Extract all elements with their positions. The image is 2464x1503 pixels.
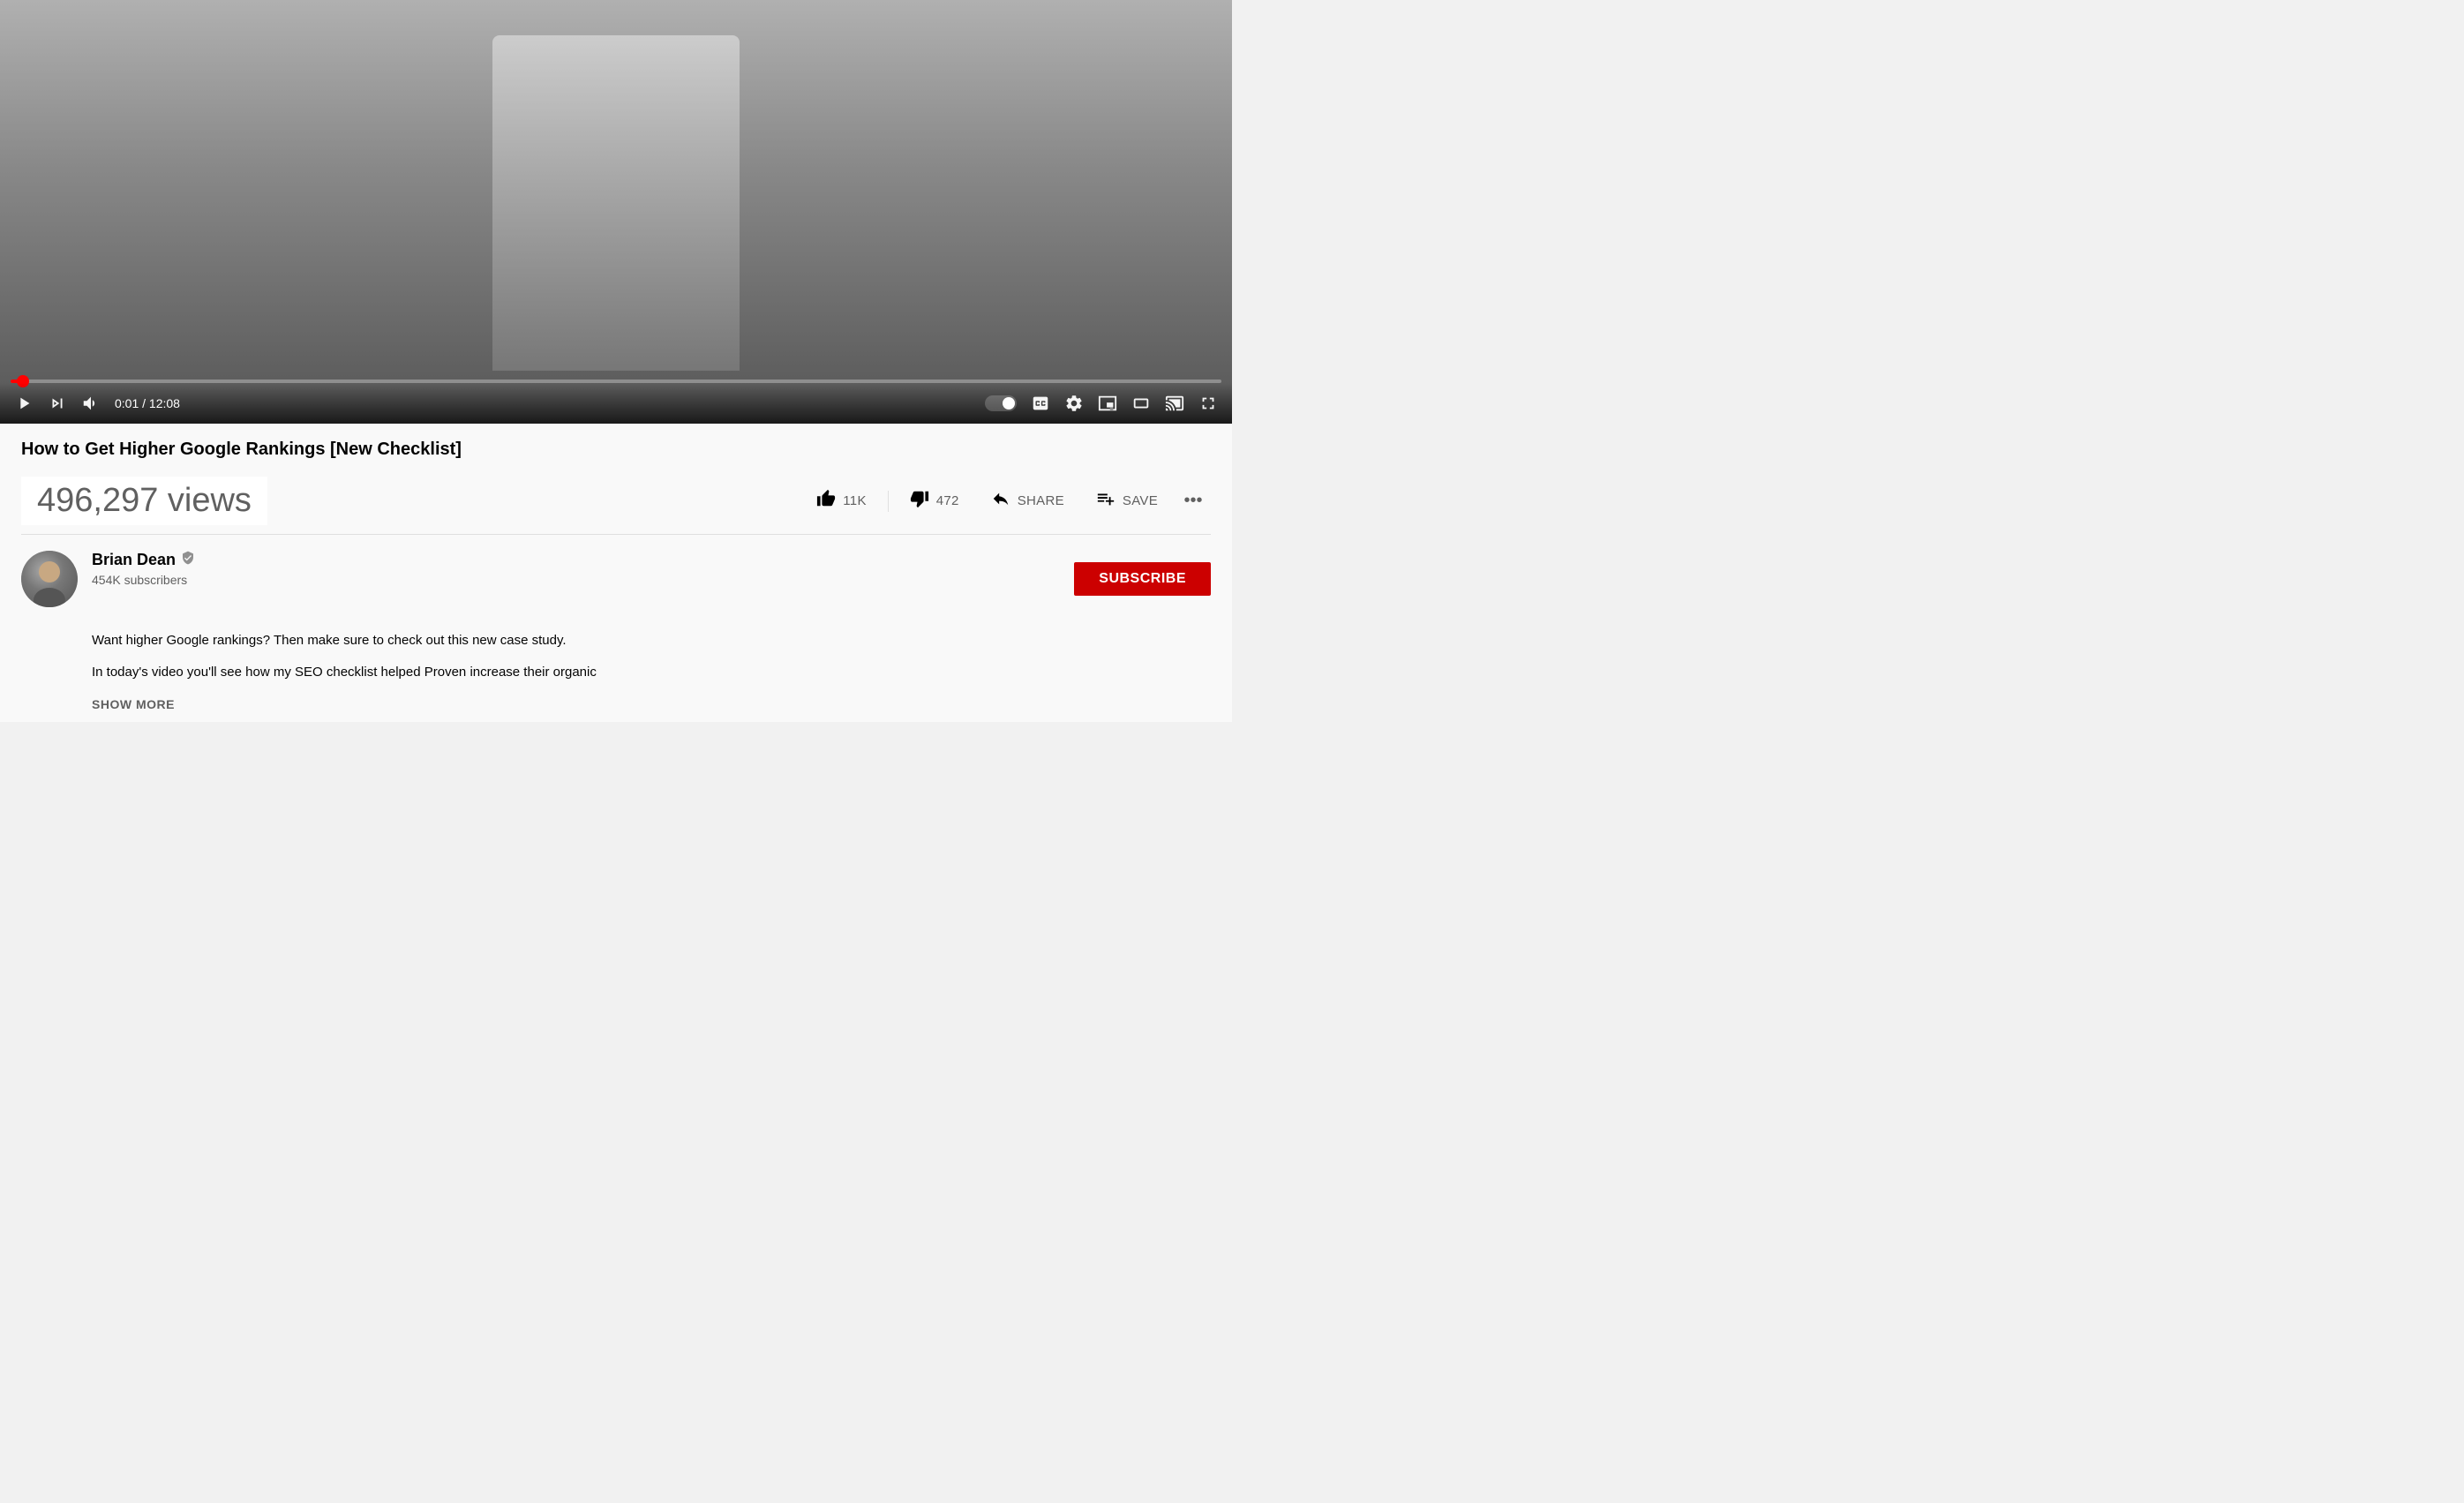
channel-name-row: Brian Dean	[92, 551, 1074, 569]
channel-avatar[interactable]	[21, 551, 78, 607]
description-line-1: Want higher Google rankings? Then make s…	[92, 630, 1211, 651]
save-label: SAVE	[1123, 493, 1158, 508]
subscriber-count: 454K subscribers	[92, 573, 187, 587]
play-button[interactable]	[14, 394, 34, 413]
views-count: 496,297 views	[21, 477, 267, 525]
cc-button[interactable]	[1031, 394, 1050, 413]
autoplay-toggle[interactable]	[985, 395, 1017, 411]
share-button[interactable]: SHARE	[977, 482, 1078, 521]
time-display: 0:01 / 12:08	[115, 396, 180, 410]
volume-button[interactable]	[81, 394, 101, 413]
avatar-image	[21, 551, 78, 607]
dislike-count: 472	[936, 493, 959, 508]
video-player[interactable]: 0:01 / 12:08	[0, 0, 1232, 424]
video-thumbnail-person	[492, 35, 740, 371]
subscribe-button[interactable]: SUBSCRIBE	[1074, 562, 1211, 596]
description-area: Want higher Google rankings? Then make s…	[0, 623, 1232, 722]
show-more-button[interactable]: SHOW MORE	[92, 694, 1211, 715]
share-icon	[991, 489, 1010, 514]
video-info: How to Get Higher Google Rankings [New C…	[0, 424, 1232, 535]
video-title: How to Get Higher Google Rankings [New C…	[21, 438, 1211, 461]
like-count: 11K	[843, 493, 866, 508]
verified-badge	[181, 551, 195, 569]
dislike-button[interactable]: 472	[896, 482, 973, 521]
share-label: SHARE	[1018, 493, 1064, 508]
more-dots-icon: •••	[1184, 491, 1203, 511]
settings-button[interactable]	[1064, 394, 1084, 413]
video-meta-row: 496,297 views 11K 472 SHARE	[21, 468, 1211, 535]
miniplayer-button[interactable]	[1098, 394, 1117, 413]
save-icon	[1096, 489, 1116, 514]
save-button[interactable]: SAVE	[1082, 482, 1172, 521]
description-line-2: In today's video you'll see how my SEO c…	[92, 662, 1211, 683]
autoplay-pill[interactable]	[985, 395, 1017, 411]
like-dislike-divider	[888, 491, 889, 512]
channel-name[interactable]: Brian Dean	[92, 551, 176, 569]
controls-bar: 0:01 / 12:08	[0, 383, 1232, 424]
more-options-button[interactable]: •••	[1176, 484, 1211, 519]
cast-button[interactable]	[1165, 394, 1184, 413]
thumbs-up-icon	[816, 489, 836, 514]
fullscreen-button[interactable]	[1198, 394, 1218, 413]
channel-row: Brian Dean 454K subscribers SUBSCRIBE	[0, 535, 1232, 623]
channel-details: Brian Dean 454K subscribers	[92, 551, 1074, 589]
action-buttons: 11K 472 SHARE SAVE	[802, 482, 1211, 521]
toggle-knob	[1003, 397, 1015, 410]
thumbs-down-icon	[910, 489, 929, 514]
next-button[interactable]	[48, 394, 67, 413]
like-button[interactable]: 11K	[802, 482, 880, 521]
theater-button[interactable]	[1131, 394, 1151, 413]
